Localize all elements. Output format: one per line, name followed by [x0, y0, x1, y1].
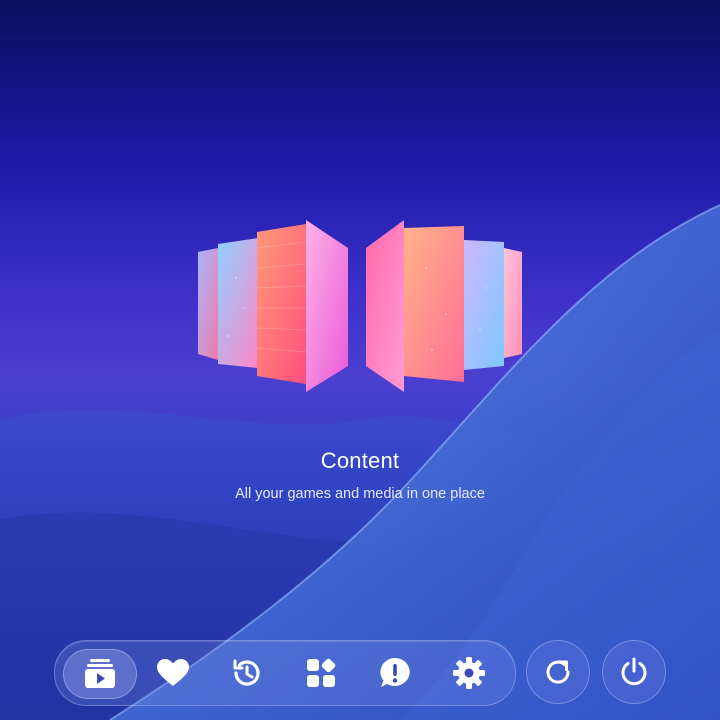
dock-feedback-button[interactable]: [359, 649, 431, 697]
media-library-icon: [84, 659, 116, 689]
restart-button[interactable]: [526, 640, 590, 704]
page-title: Content: [320, 448, 400, 473]
content-hero-illustration: [196, 218, 526, 396]
power-icon: [618, 656, 650, 688]
page-subtitle: All your games and media in one place: [235, 486, 485, 502]
dock-settings-button[interactable]: [433, 649, 505, 697]
history-icon: [231, 657, 263, 689]
dock-history-button[interactable]: [211, 649, 283, 697]
apps-icon: [306, 658, 336, 688]
bottom-dock: [54, 640, 516, 706]
dock-media-library-button[interactable]: [63, 649, 137, 699]
feedback-icon: [379, 657, 411, 689]
restart-icon: [542, 656, 574, 688]
gear-icon: [453, 657, 485, 689]
power-button[interactable]: [602, 640, 666, 704]
heart-icon: [157, 659, 189, 687]
dock-apps-button[interactable]: [285, 649, 357, 697]
dock-favorites-button[interactable]: [137, 649, 209, 697]
